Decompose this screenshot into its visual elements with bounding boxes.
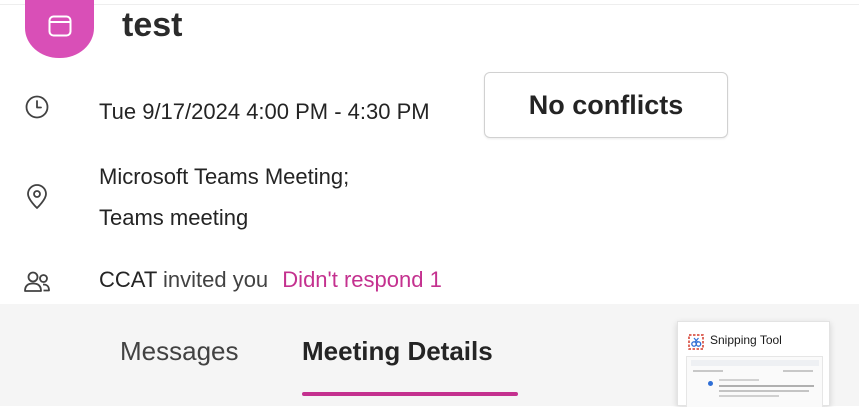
- event-title: test: [122, 6, 183, 44]
- thumbnail-line: [693, 370, 723, 372]
- clock-icon: [22, 92, 52, 122]
- response-label: Didn't respond: [282, 267, 424, 292]
- thumbnail-dot: [708, 381, 713, 386]
- tab-meeting-details[interactable]: Meeting Details: [302, 336, 493, 367]
- invited-text: invited you: [162, 267, 269, 292]
- snipping-tool-title: Snipping Tool: [710, 333, 782, 347]
- thumbnail-toolbar: [691, 360, 819, 366]
- location-line-2: Teams meeting: [99, 205, 249, 230]
- snipping-tool-thumbnail: [686, 356, 823, 407]
- tab-messages[interactable]: Messages: [120, 336, 239, 367]
- thumbnail-line: [719, 379, 759, 381]
- people-icon: [22, 267, 52, 297]
- organizer-name: CCAT: [99, 267, 157, 292]
- event-datetime: Tue 9/17/2024 4:00 PM - 4:30 PM: [99, 99, 430, 124]
- conflicts-button[interactable]: No conflicts: [484, 72, 728, 138]
- active-tab-indicator: [302, 392, 518, 396]
- response-count: 1: [429, 267, 442, 292]
- event-avatar: [25, 0, 94, 58]
- thumbnail-line: [719, 390, 809, 392]
- calendar-icon: [48, 15, 71, 36]
- location-icon: [22, 182, 52, 212]
- response-status-link[interactable]: Didn't respond 1: [282, 267, 442, 292]
- snipping-tool-preview[interactable]: Snipping Tool: [677, 321, 830, 407]
- thumbnail-line: [783, 370, 813, 372]
- location-line-1: Microsoft Teams Meeting;: [99, 164, 350, 189]
- event-header-panel: test Tue 9/17/2024 4:00 PM - 4:30 PM No …: [0, 0, 859, 304]
- attendees-summary: CCAT invited you Didn't respond 1: [99, 267, 442, 293]
- snipping-tool-icon: [688, 334, 704, 350]
- top-border: [0, 0, 859, 5]
- thumbnail-line: [719, 385, 814, 387]
- thumbnail-line: [719, 395, 779, 397]
